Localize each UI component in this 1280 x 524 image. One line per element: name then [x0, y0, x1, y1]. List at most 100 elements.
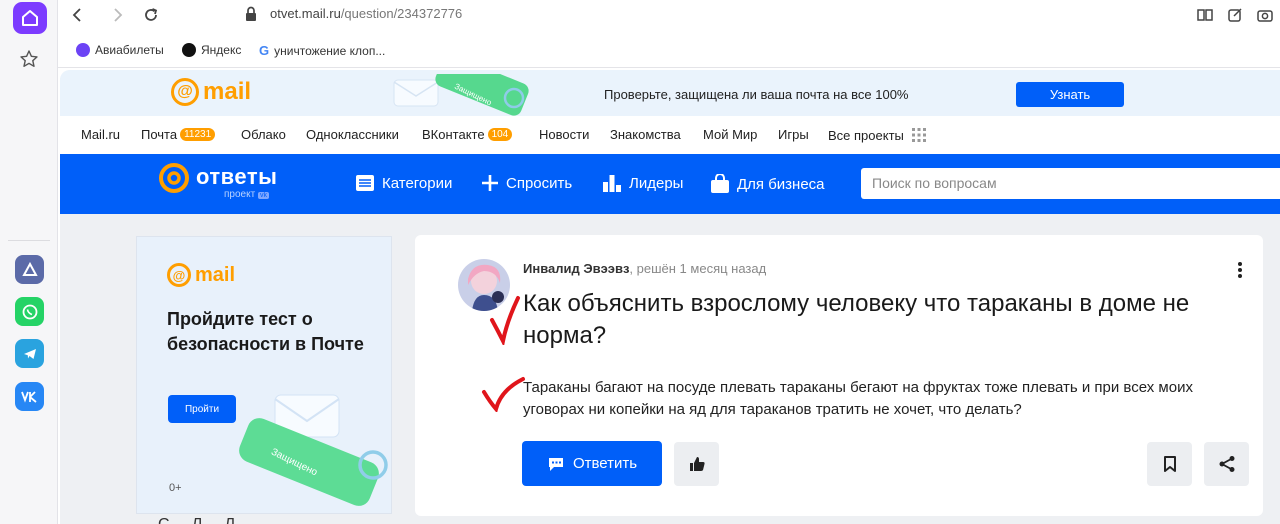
nav-label: Лидеры: [629, 174, 684, 192]
age-rating: 0+: [169, 482, 182, 494]
otvety-header: ответы проект vk Категории Спросить Лиде…: [60, 154, 1280, 214]
avia-icon: [76, 43, 90, 57]
nav-label: Категории: [382, 174, 453, 192]
at-icon: @: [171, 78, 199, 106]
share-button[interactable]: [1204, 442, 1249, 486]
leaders-bars-icon: [603, 175, 621, 192]
url-host: otvet.mail.ru: [270, 6, 341, 21]
promo-banner[interactable]: @ mail Защищено Проверьте, защищена ли в…: [60, 70, 1280, 116]
otvety-logo-sub: проект vk: [224, 189, 269, 200]
like-button[interactable]: [674, 442, 719, 486]
mail-logo[interactable]: @ mail: [171, 78, 251, 106]
question-meta: Инвалид Эвээвз, решён 1 месяц назад: [523, 261, 766, 276]
mail-logo-text: mail: [203, 78, 252, 105]
home-icon[interactable]: [13, 2, 47, 34]
bookmark-label: Яндекс: [201, 43, 242, 57]
red-checkmark-icon: [490, 296, 520, 345]
nav-label: Для бизнеса: [737, 175, 825, 193]
vk-count-badge: 104: [487, 128, 513, 141]
portal-item-label: Игры: [778, 127, 809, 142]
nav-business[interactable]: Для бизнеса: [710, 174, 825, 194]
screenshot-icon[interactable]: [1255, 5, 1275, 25]
telegram-icon[interactable]: [15, 339, 44, 368]
otvety-at-icon: [159, 163, 189, 193]
bookmark-yandex[interactable]: Яндекс: [182, 43, 241, 57]
search-input[interactable]: Поиск по вопросам: [861, 168, 1280, 199]
portal-item-oblako[interactable]: Облако: [241, 127, 286, 142]
bookmark-icon: [1163, 456, 1176, 472]
url-path: /question/234372776: [340, 6, 463, 21]
edit-icon[interactable]: [1225, 5, 1245, 25]
portal-item-label: Все проекты: [828, 127, 904, 143]
ad-envelope-illustration: [239, 394, 388, 506]
ad-banner[interactable]: @ mail Пройдите тест о безопасности в По…: [136, 236, 392, 514]
vk-icon[interactable]: [15, 382, 44, 411]
nav-leaders[interactable]: Лидеры: [602, 174, 683, 192]
reply-button-label: Ответить: [572, 455, 638, 472]
bookmark-label: уничтожение клоп...: [274, 43, 386, 58]
red-checkmark-icon: [482, 377, 525, 412]
question-status: , решён 1 месяц назад: [629, 261, 767, 276]
back-icon[interactable]: [67, 5, 87, 25]
ad-button[interactable]: Пройти: [168, 395, 236, 423]
portal-item-news[interactable]: Новости: [539, 127, 589, 142]
vk-project-badge: vk: [257, 192, 269, 199]
reload-icon[interactable]: [141, 5, 161, 25]
app-launcher-icon[interactable]: [15, 255, 44, 284]
page-viewport: @ mail Защищено Проверьте, защищена ли в…: [60, 70, 1280, 524]
thumbs-up-icon: [689, 457, 705, 471]
address-bar: otvet.mail.ru/question/234372776: [58, 0, 1280, 30]
more-options-icon[interactable]: [1237, 261, 1243, 284]
ad-mail-logo-text: mail: [195, 263, 236, 286]
portal-item-label: Одноклассники: [306, 127, 399, 142]
at-icon: @: [167, 263, 191, 287]
question-title: Как объяснить взрослому человеку что тар…: [523, 290, 1190, 349]
nav-categories[interactable]: Категории: [355, 174, 452, 192]
favorites-star-icon[interactable]: [19, 49, 39, 74]
forward-icon[interactable]: [108, 5, 128, 25]
portal-item-dating[interactable]: Знакомства: [610, 127, 681, 142]
promo-text: Проверьте, защищена ли ваша почта на все…: [604, 87, 909, 102]
nav-label: Спросить: [506, 174, 573, 192]
portal-item-label: ВКонтакте: [422, 127, 485, 142]
portal-item-mailru[interactable]: Mail.ru: [81, 127, 120, 142]
grid-icon: [911, 128, 926, 142]
list-icon: [356, 175, 374, 191]
portal-item-label: Знакомства: [610, 127, 681, 142]
author-name[interactable]: Инвалид Эвээвз: [523, 261, 629, 276]
mail-count-badge: 11231: [180, 128, 216, 141]
question-body: Тараканы багают на посуде плевать тарака…: [523, 379, 1193, 418]
reply-button[interactable]: Ответить: [522, 441, 662, 486]
google-icon: G: [259, 43, 270, 58]
yandex-icon: [182, 43, 196, 57]
ad-headline: Пройдите тест о безопасности в Почте: [167, 309, 364, 354]
chat-bubble-icon: [548, 457, 563, 471]
cut-off-text: С ... Л ... Л: [158, 516, 235, 524]
portal-item-ok[interactable]: Одноклассники: [306, 127, 399, 142]
bookmark-button[interactable]: [1147, 442, 1192, 486]
shopping-bag-icon: [711, 174, 729, 193]
question-card: Инвалид Эвээвз, решён 1 месяц назад Как …: [415, 235, 1263, 516]
otvety-logo-sub-text: проект: [224, 189, 256, 200]
portal-item-label: Мой Мир: [703, 127, 758, 142]
portal-item-label: Почта: [141, 127, 178, 142]
bookmark-avia[interactable]: Авиабилеты: [76, 43, 164, 57]
url-text[interactable]: otvet.mail.ru/question/234372776: [270, 6, 462, 21]
reader-mode-icon[interactable]: [1195, 5, 1215, 25]
sidebar-divider: [8, 240, 50, 241]
portal-item-games[interactable]: Игры: [778, 127, 809, 142]
portal-menu: Mail.ru Почта 11231 Облако Одноклассники…: [60, 116, 1280, 154]
lock-icon[interactable]: [244, 6, 258, 27]
portal-item-all-projects[interactable]: Все проекты: [828, 127, 927, 143]
portal-item-myworld[interactable]: Мой Мир: [703, 127, 757, 142]
nav-ask[interactable]: Спросить: [481, 174, 572, 192]
otvety-logo-text: ответы: [196, 164, 278, 189]
browser-sidebar: [0, 0, 58, 524]
promo-button[interactable]: Узнать: [1016, 82, 1124, 107]
whatsapp-icon[interactable]: [15, 297, 44, 326]
bookmark-google-search[interactable]: G уничтожение клоп...: [259, 43, 385, 58]
portal-item-label: Облако: [241, 127, 286, 142]
portal-item-vk[interactable]: ВКонтакте 104: [422, 127, 513, 142]
share-icon: [1219, 456, 1234, 472]
portal-item-pochta[interactable]: Почта 11231: [141, 127, 216, 142]
